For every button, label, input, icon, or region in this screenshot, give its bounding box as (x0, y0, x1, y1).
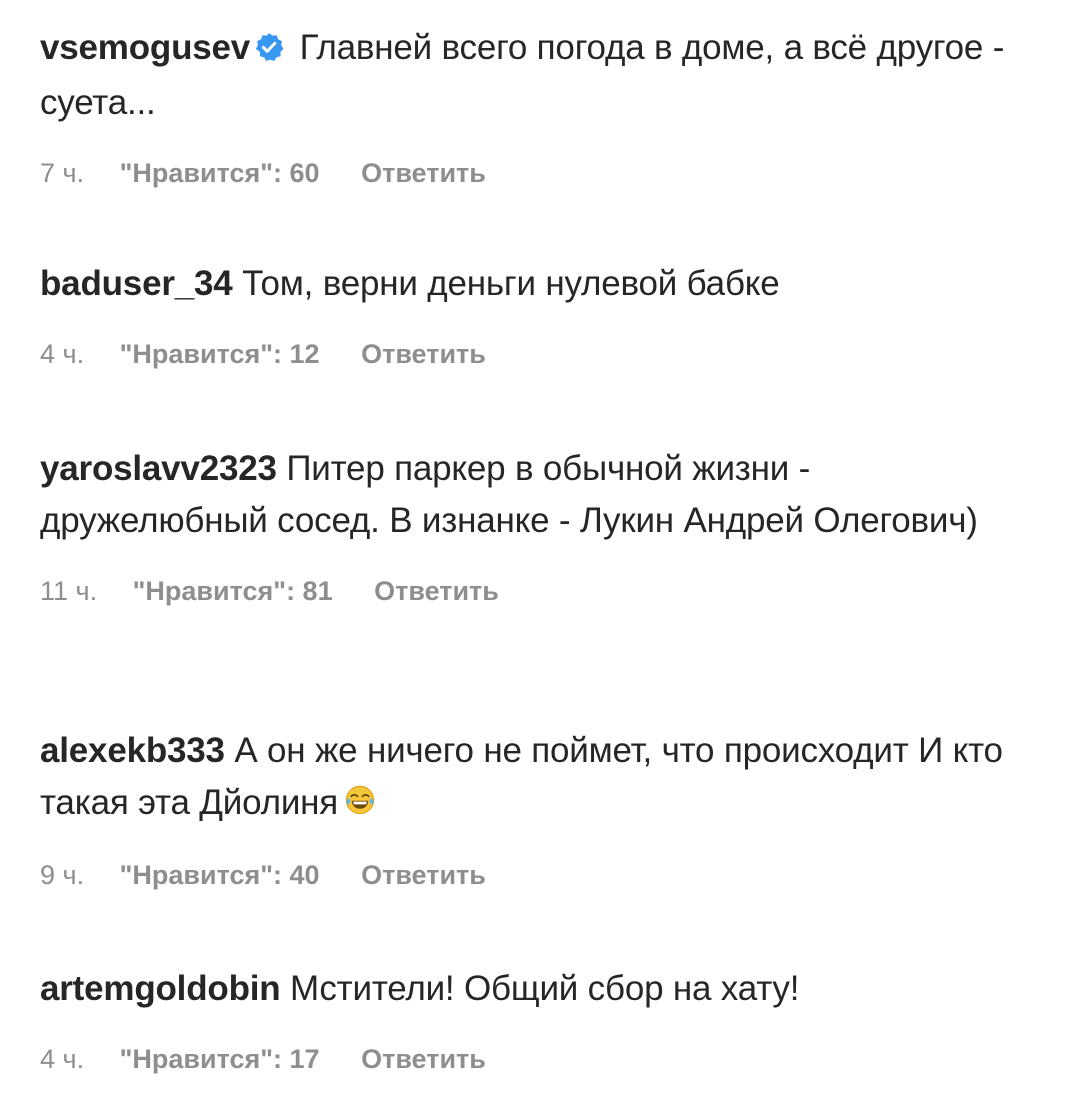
comment-likes[interactable]: "Нравится": 81 (133, 574, 333, 608)
comment-meta: 4 ч. "Нравится": 17 Ответить (40, 1042, 1080, 1076)
reply-button[interactable]: Ответить (361, 1042, 486, 1076)
comment-username[interactable]: baduser_34 (40, 264, 233, 303)
comment-likes[interactable]: "Нравится": 17 (120, 1042, 320, 1076)
comment-meta: 4 ч. "Нравится": 12 Ответить (40, 337, 1080, 371)
comment-meta: 11 ч. "Нравится": 81 Ответить (40, 574, 1080, 608)
reply-button[interactable]: Ответить (361, 337, 486, 371)
reply-button[interactable]: Ответить (361, 156, 486, 190)
comment-likes[interactable]: "Нравится": 60 (120, 156, 320, 190)
comment-body: vsemogusev Главней всего погода в доме, … (40, 22, 1020, 129)
comment-item: baduser_34 Том, верни деньги нулевой баб… (40, 258, 1080, 371)
face-with-tears-of-joy-icon (344, 779, 376, 831)
verified-badge-icon (254, 25, 284, 77)
comment-meta: 7 ч. "Нравится": 60 Ответить (40, 156, 1080, 190)
comment-time[interactable]: 9 ч. (40, 858, 84, 892)
comment-username[interactable]: yaroslavv2323 (40, 449, 277, 488)
comment-time[interactable]: 4 ч. (40, 337, 84, 371)
comment-body: artemgoldobin Мстители! Общий сбор на ха… (40, 963, 1080, 1015)
comment-body: yaroslavv2323 Питер паркер в обычной жиз… (40, 443, 1000, 547)
comment-body: baduser_34 Том, верни деньги нулевой баб… (40, 258, 1080, 310)
comment-username[interactable]: vsemogusev (40, 28, 250, 67)
comment-item: vsemogusev Главней всего погода в доме, … (40, 22, 1080, 190)
comment-text: Мстители! Общий сбор на хату! (289, 969, 800, 1008)
comment-item: yaroslavv2323 Питер паркер в обычной жиз… (40, 443, 1080, 608)
comment-time[interactable]: 4 ч. (40, 1042, 84, 1076)
comment-body: alexekb333 А он же ничего не поймет, что… (40, 725, 1074, 831)
comment-likes[interactable]: "Нравится": 40 (120, 858, 320, 892)
reply-button[interactable]: Ответить (361, 858, 486, 892)
comment-item: artemgoldobin Мстители! Общий сбор на ха… (40, 963, 1080, 1076)
comment-username[interactable]: artemgoldobin (40, 969, 281, 1008)
comment-time[interactable]: 7 ч. (40, 156, 84, 190)
comments-list: vsemogusev Главней всего погода в доме, … (0, 0, 1080, 1120)
comment-item: alexekb333 А он же ничего не поймет, что… (40, 725, 1080, 892)
comment-likes[interactable]: "Нравится": 12 (120, 337, 320, 371)
comment-username[interactable]: alexekb333 (40, 731, 225, 770)
reply-button[interactable]: Ответить (374, 574, 499, 608)
comment-meta: 9 ч. "Нравится": 40 Ответить (40, 858, 1080, 892)
comment-text: Том, верни деньги нулевой бабке (242, 264, 780, 303)
comment-time[interactable]: 11 ч. (40, 574, 97, 608)
